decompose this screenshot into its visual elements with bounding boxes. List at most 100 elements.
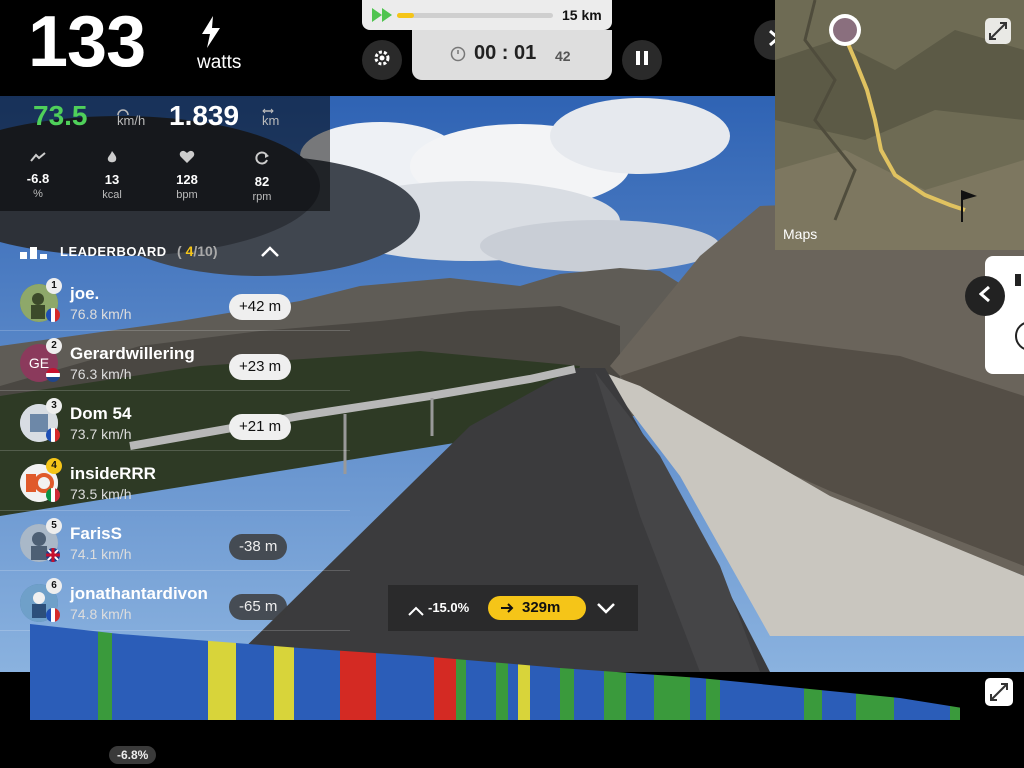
- leaderboard-row[interactable]: 5 FarisS 74.1 km/h -38 m: [0, 512, 350, 571]
- leaderboard-position-close: ): [212, 243, 218, 259]
- leaderboard-position: ( 4/10): [177, 243, 218, 259]
- chevron-up-icon[interactable]: [260, 245, 280, 263]
- arrow-right-icon: [500, 601, 514, 620]
- leaderboard-row[interactable]: 6 jonathantardivon 74.8 km/h -65 m: [0, 572, 350, 631]
- calories-value: 13: [104, 172, 120, 187]
- elapsed-seconds: 42: [555, 48, 571, 64]
- map-expand-button[interactable]: [985, 18, 1011, 44]
- grade-icon: [30, 150, 46, 167]
- rider-name: insideRRR: [70, 464, 156, 483]
- upcoming-grade: -15.0%: [428, 600, 470, 615]
- maps-attribution: Maps: [783, 226, 818, 242]
- elevation-band: [30, 624, 98, 720]
- grade-unit: %: [33, 188, 43, 200]
- rank-badge: 5: [46, 518, 62, 534]
- segment-distance: 329m: [522, 599, 561, 616]
- route-progress-panel: 15 km: [362, 0, 612, 30]
- leaderboard-row[interactable]: GE 2 Gerardwillering 76.3 km/h +23 m: [0, 332, 350, 391]
- timer-panel: 00 : 01 42: [412, 30, 612, 80]
- route-total-distance: 15 km: [562, 7, 602, 23]
- next-segment-bar[interactable]: -15.0% 329m: [388, 585, 638, 631]
- bolt-icon: [200, 16, 222, 53]
- fast-forward-icon[interactable]: [372, 8, 394, 27]
- distance-value: 1.839: [169, 100, 240, 131]
- rider-speed: 76.3 km/h: [70, 366, 132, 382]
- rider-name: FarisS: [70, 524, 122, 543]
- elapsed-time: 00 : 01: [474, 42, 537, 64]
- stopwatch-icon: [450, 46, 466, 67]
- current-grade-badge: -6.8%: [109, 746, 157, 764]
- gap-badge: +21 m: [229, 414, 292, 440]
- leaderboard-total: /10: [193, 243, 213, 259]
- flag-fr-icon: [46, 608, 60, 622]
- elevation-band: [98, 624, 112, 720]
- cadence-icon: [254, 151, 270, 170]
- calories-stat: 13 kcal: [87, 150, 137, 201]
- flag-nl-icon: [46, 368, 60, 382]
- rank-badge: 4: [46, 458, 62, 474]
- expand-icon: [985, 22, 1011, 48]
- rank-badge: 6: [46, 578, 62, 594]
- gap-badge: +42 m: [229, 294, 292, 320]
- cadence-unit: rpm: [252, 191, 272, 203]
- gap-badge: -38 m: [229, 534, 288, 560]
- heart-rate-stat: 128 bpm: [162, 150, 212, 201]
- flag-fr-icon: [46, 428, 60, 442]
- drawer-toggle-button[interactable]: [965, 276, 1005, 316]
- rank-badge: 2: [46, 338, 62, 354]
- chevron-left-icon: [978, 285, 991, 308]
- rider-speed: 74.8 km/h: [70, 606, 132, 622]
- cadence-stat: 82 rpm: [237, 150, 287, 203]
- heart-rate-value: 128: [176, 172, 198, 187]
- avatar-initials: GE: [28, 355, 50, 371]
- flag-fr-icon: [46, 308, 60, 322]
- cadence-value: 82: [254, 174, 270, 189]
- stats-panel: 73.5 km/h 1.839 km -6.8 % 13 kcal 128 bp…: [0, 96, 330, 211]
- rank-badge: 1: [46, 278, 62, 294]
- rider-speed: 76.8 km/h: [70, 306, 132, 322]
- chevron-down-icon[interactable]: [596, 601, 616, 619]
- rider-name: joe.: [70, 284, 100, 303]
- rank-badge: 3: [46, 398, 62, 414]
- rider-name: Dom 54: [70, 404, 132, 423]
- settings-button[interactable]: [362, 40, 402, 80]
- rider-name: Gerardwillering: [70, 344, 195, 363]
- leaderboard-position-open: (: [177, 243, 182, 259]
- heart-icon: [179, 150, 195, 168]
- flag-it-icon: [46, 488, 60, 502]
- heart-rate-unit: bpm: [176, 189, 198, 201]
- leaderboard-title: LEADERBOARD: [60, 244, 167, 259]
- grade-value: -6.8: [26, 171, 50, 186]
- calorie-flame-icon: [106, 151, 118, 168]
- distance-unit: km: [262, 113, 280, 128]
- leaderboard-row[interactable]: 3 Dom 54 73.7 km/h +21 m: [0, 392, 350, 451]
- top-bar: 133 watts 15 km 00 : 01 42: [0, 0, 794, 96]
- calories-unit: kcal: [102, 189, 122, 201]
- slope-icon: [408, 603, 424, 621]
- power-value: 133: [28, 2, 146, 82]
- leaderboard-header[interactable]: LEADERBOARD ( 4/10): [0, 236, 330, 266]
- leaderboard-row[interactable]: 1 joe. 76.8 km/h +42 m: [0, 272, 350, 331]
- rider-name: jonathantardivon: [70, 584, 208, 603]
- speed-unit: km/h: [117, 113, 146, 128]
- profile-expand-button[interactable]: [985, 678, 1013, 706]
- pause-button[interactable]: [622, 40, 662, 80]
- rider-speed: 73.7 km/h: [70, 426, 132, 442]
- gap-badge: -65 m: [229, 594, 288, 620]
- pause-icon: [635, 50, 649, 71]
- power-unit: watts: [197, 52, 242, 73]
- route-progress-bar: [397, 13, 553, 18]
- leaderboard-row-current-rider[interactable]: 4 insideRRR 73.5 km/h: [0, 452, 350, 511]
- rider-speed: 73.5 km/h: [70, 486, 132, 502]
- grade-stat: -6.8 %: [13, 150, 63, 200]
- rider-speed: 74.1 km/h: [70, 546, 132, 562]
- segment-distance-pill: 329m: [488, 596, 586, 620]
- flag-gb-icon: [46, 548, 60, 562]
- leaderboard-icon: [20, 246, 50, 264]
- gap-badge: +23 m: [229, 354, 292, 380]
- gear-icon: [373, 49, 391, 72]
- route-map[interactable]: Maps: [775, 0, 1024, 250]
- speed-value: 73.5: [33, 100, 88, 131]
- expand-icon: [985, 683, 1013, 710]
- route-progress-fill: [397, 13, 415, 18]
